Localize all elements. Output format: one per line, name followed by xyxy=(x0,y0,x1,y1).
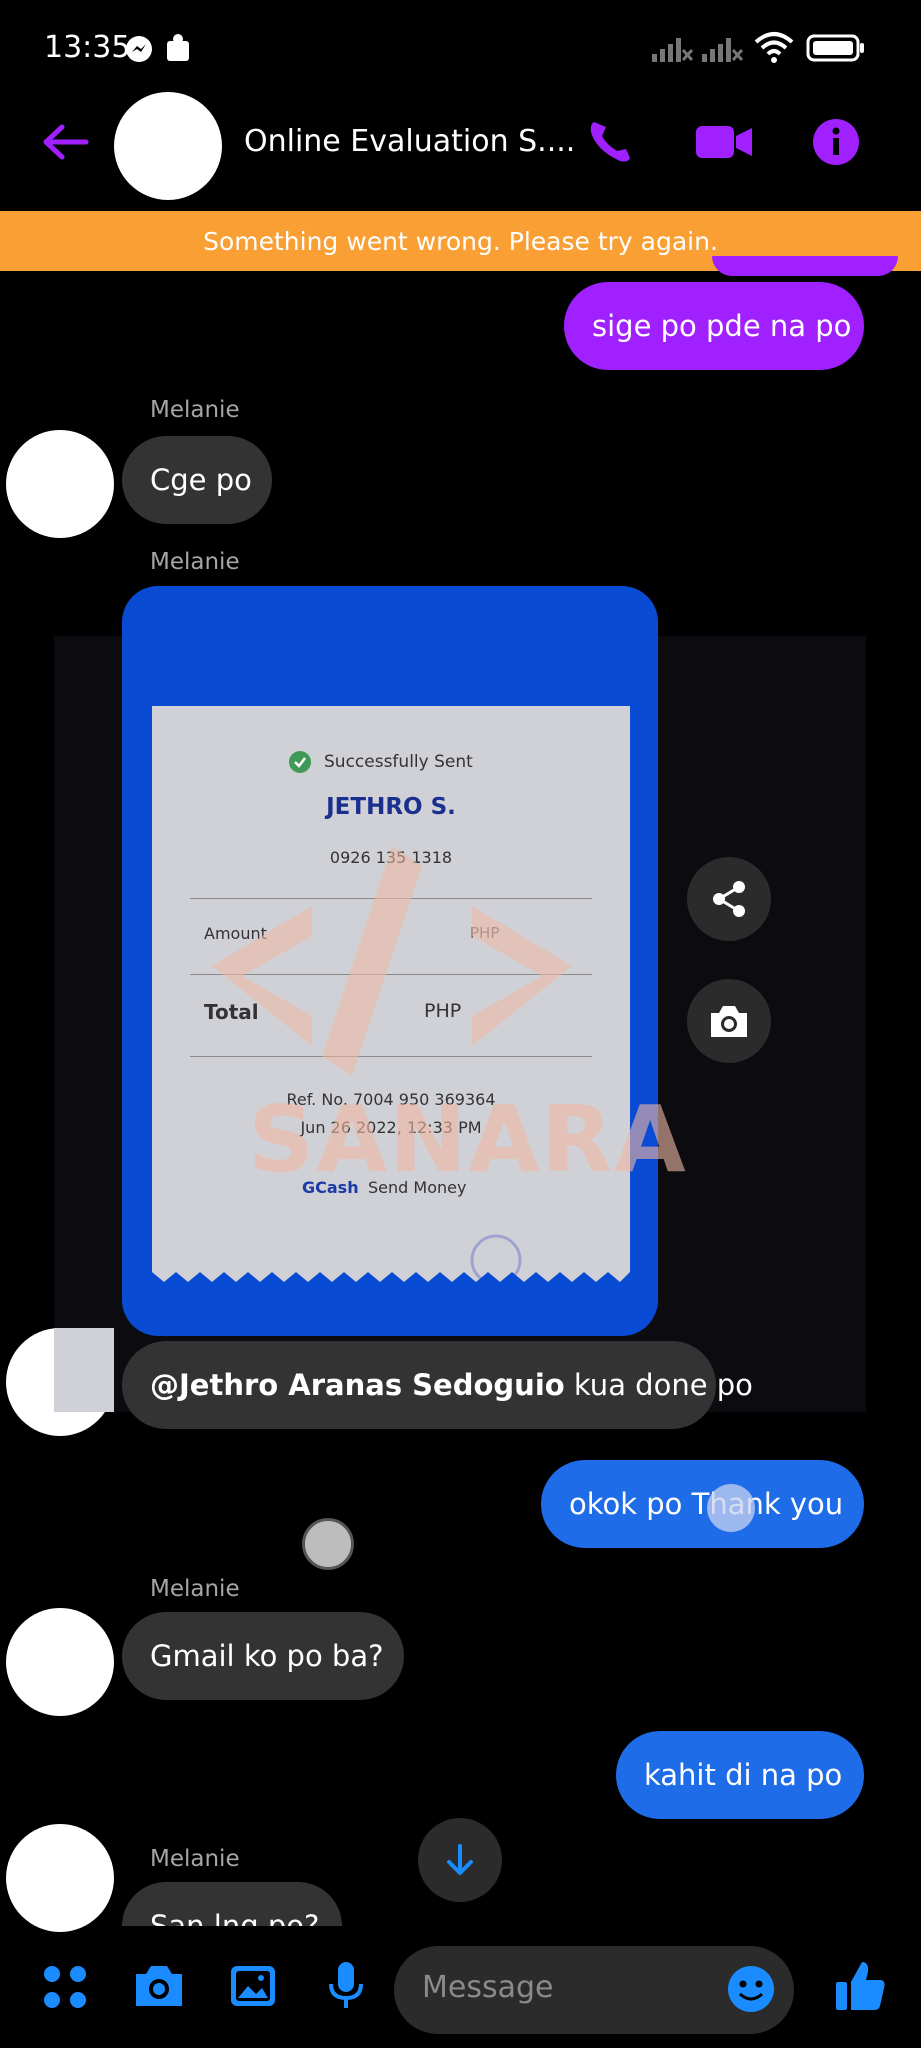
share-button[interactable] xyxy=(687,857,771,941)
receipt-zigzag-edge xyxy=(152,1272,630,1288)
avatar[interactable] xyxy=(6,1608,114,1716)
camera-icon xyxy=(711,1006,747,1037)
camera-capture-button[interactable] xyxy=(687,979,771,1063)
phone-icon[interactable] xyxy=(586,116,636,166)
status-time: 13:35 xyxy=(44,30,131,65)
arrow-down-icon xyxy=(447,1844,473,1875)
status-bar: 13:35 xyxy=(0,0,921,96)
scroll-to-bottom-button[interactable] xyxy=(418,1818,502,1902)
signal-icon xyxy=(652,38,694,62)
share-icon xyxy=(713,881,745,917)
watermark-text: SANARA xyxy=(248,1086,688,1193)
previous-message-edge xyxy=(712,256,898,276)
avatar[interactable] xyxy=(6,1824,114,1932)
check-circle-icon xyxy=(289,751,311,773)
sender-name: Melanie xyxy=(150,1576,240,1602)
message-bubble-outgoing[interactable]: kahit di na po xyxy=(616,1731,864,1819)
avatar[interactable] xyxy=(6,430,114,538)
message-bubble-incoming[interactable]: Cge po xyxy=(122,436,272,524)
message-bubble-incoming[interactable]: @Jethro Aranas Sedoguio kua done po xyxy=(122,1341,753,1429)
message-text: kua done po xyxy=(564,1368,753,1402)
mention[interactable]: @Jethro Aranas Sedoguio xyxy=(150,1368,565,1402)
microphone-icon[interactable] xyxy=(326,1960,366,2012)
apps-icon[interactable] xyxy=(42,1964,90,2012)
sender-name: Melanie xyxy=(150,397,240,423)
emoji-icon[interactable] xyxy=(726,1964,776,2014)
puzzle-icon xyxy=(167,34,189,61)
back-arrow-icon[interactable] xyxy=(40,122,90,162)
battery-icon xyxy=(806,34,864,62)
gallery-icon[interactable] xyxy=(228,1962,278,2010)
camera-icon[interactable] xyxy=(132,1962,186,2010)
message-bubble-incoming[interactable]: Gmail ko po ba? xyxy=(122,1612,404,1700)
chat-title[interactable]: Online Evaluation S.... xyxy=(244,124,575,159)
like-icon[interactable] xyxy=(832,1958,888,2014)
receipt-recipient-name: JETHRO S. xyxy=(326,794,456,820)
message-bubble-incoming[interactable]: San lng po? xyxy=(122,1882,342,1926)
receipt-status: Successfully Sent xyxy=(324,752,473,772)
messenger-icon xyxy=(126,36,152,62)
touch-indicator xyxy=(302,1518,354,1570)
image-attachment[interactable]: Successfully Sent JETHRO S. 0926 135 131… xyxy=(122,586,686,1336)
signal-icon xyxy=(702,38,744,62)
message-bubble-outgoing[interactable]: sige po pde na po xyxy=(564,282,864,370)
message-bubble-outgoing[interactable]: okok po Thank you xyxy=(541,1460,864,1548)
wifi-icon xyxy=(754,32,794,63)
message-input-placeholder: Message xyxy=(422,1970,554,2005)
chat-avatar[interactable] xyxy=(114,92,222,200)
sender-name: Melanie xyxy=(150,1846,240,1872)
info-icon[interactable] xyxy=(812,118,860,166)
video-icon[interactable] xyxy=(694,122,754,162)
touch-indicator xyxy=(707,1484,755,1532)
sender-name: Melanie xyxy=(150,549,240,575)
image-overlay-edge xyxy=(54,1328,114,1412)
message-clip: San lng po? xyxy=(122,1882,342,1926)
gcash-receipt: Successfully Sent JETHRO S. 0926 135 131… xyxy=(152,706,686,1288)
